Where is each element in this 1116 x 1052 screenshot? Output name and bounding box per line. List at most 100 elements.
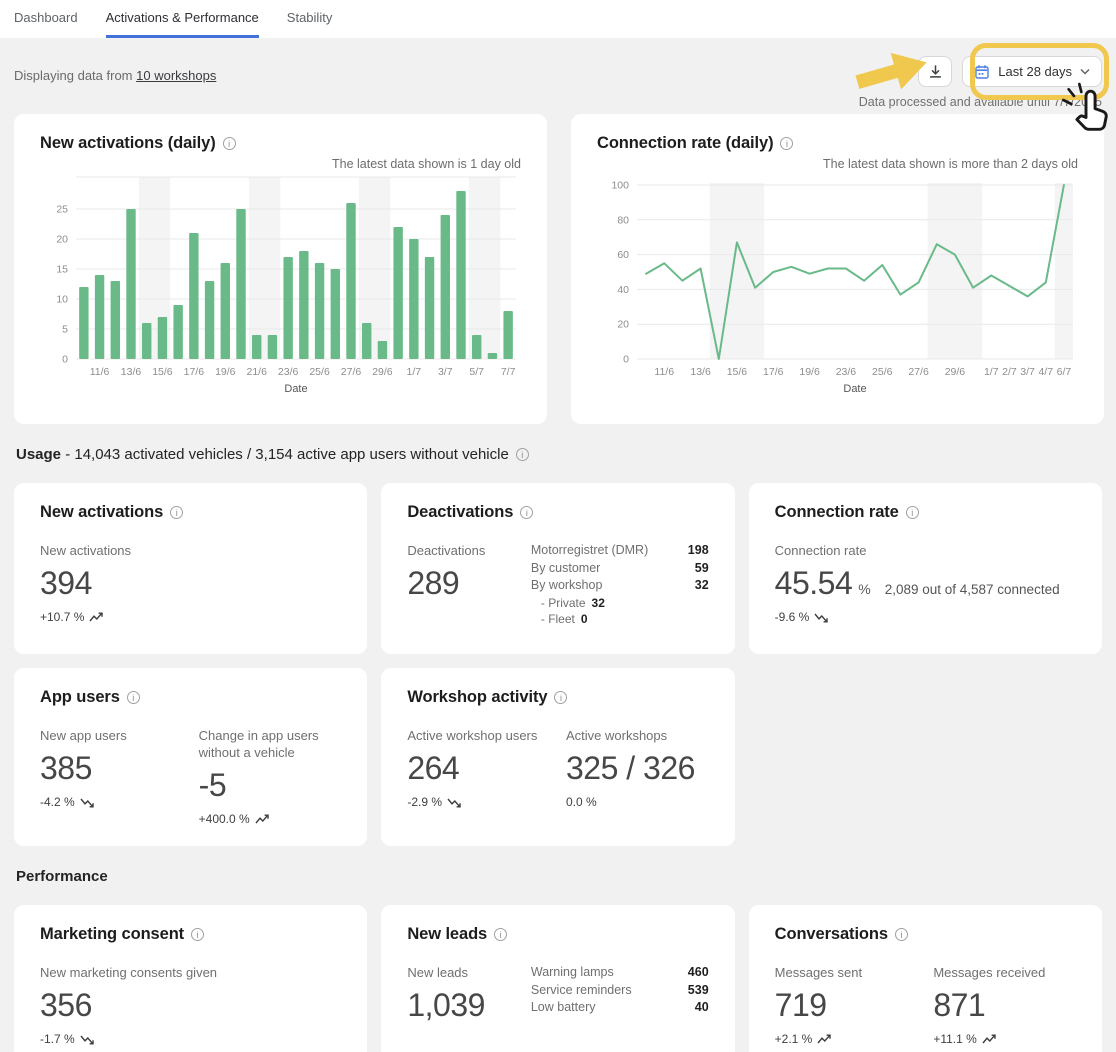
usage-cards-grid: New activations New activations 394 +10.… bbox=[14, 483, 1102, 846]
stat-label: New leads bbox=[407, 964, 531, 981]
stat-value: 325 / 326 bbox=[566, 750, 709, 787]
svg-text:Date: Date bbox=[284, 383, 307, 395]
breakdown-row: Warning lamps460 bbox=[531, 964, 709, 982]
chart-title: Connection rate (daily) bbox=[597, 134, 773, 152]
trend-down-icon bbox=[80, 1034, 95, 1045]
trend-indicator: 0.0 % bbox=[566, 795, 709, 809]
card-title: New activations bbox=[40, 503, 163, 521]
svg-text:19/6: 19/6 bbox=[799, 366, 820, 378]
svg-text:4/7: 4/7 bbox=[1038, 366, 1053, 378]
svg-text:29/6: 29/6 bbox=[372, 366, 393, 378]
svg-text:60: 60 bbox=[617, 249, 629, 261]
svg-text:25: 25 bbox=[56, 204, 68, 216]
svg-text:15/6: 15/6 bbox=[727, 366, 748, 378]
info-icon[interactable] bbox=[170, 506, 183, 519]
trend-down-icon bbox=[447, 797, 462, 808]
trend-text: +11.1 % bbox=[933, 1032, 976, 1046]
new-activations-bar-chart: 051015202511/613/615/617/619/621/623/625… bbox=[40, 173, 521, 405]
new-leads-card: New leads New leads 1,039 Warning lamps4… bbox=[381, 905, 734, 1052]
stat-label: Messages received bbox=[933, 964, 1076, 981]
stat-value: 356 bbox=[40, 987, 341, 1024]
trend-down-icon bbox=[80, 797, 95, 808]
info-icon[interactable] bbox=[520, 506, 533, 519]
date-range-dropdown[interactable]: Last 28 days bbox=[962, 56, 1102, 87]
stat-value: 394 bbox=[40, 565, 341, 602]
stat-block: Change in app users without a vehicle -5… bbox=[199, 707, 342, 826]
stat-value: 871 bbox=[933, 987, 1076, 1024]
trend-text: +400.0 % bbox=[199, 812, 250, 826]
svg-text:10: 10 bbox=[56, 294, 68, 306]
info-icon[interactable] bbox=[906, 506, 919, 519]
breakdown-label: By workshop bbox=[531, 577, 603, 595]
chart-title-row: New activations (daily) bbox=[40, 134, 521, 153]
info-icon[interactable] bbox=[494, 928, 507, 941]
info-icon[interactable] bbox=[516, 448, 529, 461]
toolbar-controls: Last 28 days bbox=[918, 56, 1102, 87]
data-freshness-note: The latest data shown is 1 day old bbox=[40, 157, 521, 173]
stat-label: New app users bbox=[40, 727, 183, 744]
stat-block: Active workshop users 264 -2.9 % bbox=[407, 707, 550, 809]
info-icon[interactable] bbox=[191, 928, 204, 941]
svg-text:5/7: 5/7 bbox=[469, 366, 484, 378]
breakdown-value: 40 bbox=[695, 999, 709, 1017]
stat-label: Change in app users without a vehicle bbox=[199, 727, 342, 761]
new-activations-daily-card: New activations (daily) The latest data … bbox=[14, 114, 547, 424]
svg-text:40: 40 bbox=[617, 284, 629, 296]
svg-text:0: 0 bbox=[623, 354, 629, 366]
top-tab-bar: Dashboard Activations & Performance Stab… bbox=[0, 0, 1116, 38]
trend-indicator: -2.9 % bbox=[407, 795, 550, 809]
trend-indicator: +400.0 % bbox=[199, 812, 342, 826]
svg-text:80: 80 bbox=[617, 214, 629, 226]
stat-label: Active workshops bbox=[566, 727, 709, 744]
download-button[interactable] bbox=[918, 56, 952, 87]
tab-dashboard[interactable]: Dashboard bbox=[14, 10, 78, 38]
breakdown-value: 539 bbox=[688, 982, 709, 1000]
workshops-link[interactable]: 10 workshops bbox=[136, 68, 216, 83]
trend-up-icon bbox=[817, 1034, 832, 1045]
info-icon[interactable] bbox=[554, 691, 567, 704]
trend-up-icon bbox=[89, 612, 104, 623]
svg-text:25/6: 25/6 bbox=[872, 366, 893, 378]
breakdown-value: 59 bbox=[695, 560, 709, 578]
stat-block: Messages received 871 +11.1 % bbox=[933, 944, 1076, 1046]
performance-cards-grid: Marketing consent New marketing consents… bbox=[14, 905, 1102, 1052]
svg-text:15/6: 15/6 bbox=[152, 366, 173, 378]
marketing-consent-card: Marketing consent New marketing consents… bbox=[14, 905, 367, 1052]
breakdown-label: - Fleet bbox=[541, 612, 575, 626]
deactivations-sub-breakdown: - Private32- Fleet0 bbox=[541, 595, 709, 627]
workshop-activity-card: Workshop activity Active workshop users … bbox=[381, 668, 734, 846]
toolbar: Displaying data from 10 workshops bbox=[14, 38, 1102, 114]
svg-text:5: 5 bbox=[62, 324, 68, 336]
info-icon[interactable] bbox=[895, 928, 908, 941]
svg-text:7/7: 7/7 bbox=[501, 366, 516, 378]
new-leads-breakdown: Warning lamps460Service reminders539Low … bbox=[531, 964, 709, 1017]
breakdown-label: Low battery bbox=[531, 999, 596, 1017]
info-icon[interactable] bbox=[127, 691, 140, 704]
svg-text:20: 20 bbox=[56, 234, 68, 246]
conversations-card: Conversations Messages sent 719 +2.1 % M… bbox=[749, 905, 1102, 1052]
svg-text:100: 100 bbox=[611, 180, 629, 192]
stat-block: Active workshops 325 / 326 0.0 % bbox=[566, 707, 709, 809]
calendar-icon bbox=[974, 64, 990, 80]
info-icon[interactable] bbox=[780, 137, 793, 150]
trend-indicator: -9.6 % bbox=[775, 610, 1076, 624]
svg-text:1/7: 1/7 bbox=[407, 366, 422, 378]
download-icon bbox=[927, 63, 944, 80]
breakdown-row: By workshop 32 bbox=[531, 577, 709, 595]
tab-activations-performance[interactable]: Activations & Performance bbox=[106, 10, 259, 38]
svg-text:23/6: 23/6 bbox=[836, 366, 857, 378]
app-users-card: App users New app users 385 -4.2 % Chang… bbox=[14, 668, 367, 846]
stat-block: New app users 385 -4.2 % bbox=[40, 707, 183, 826]
svg-text:13/6: 13/6 bbox=[690, 366, 711, 378]
daily-charts-row: New activations (daily) The latest data … bbox=[14, 114, 1102, 424]
info-icon[interactable] bbox=[223, 137, 236, 150]
svg-text:1/7: 1/7 bbox=[984, 366, 999, 378]
breakdown-value: 32 bbox=[695, 577, 709, 595]
connection-rate-daily-card: Connection rate (daily) The latest data … bbox=[571, 114, 1104, 424]
card-title: Connection rate bbox=[775, 503, 899, 521]
svg-text:23/6: 23/6 bbox=[278, 366, 299, 378]
breakdown-row: Motorregistret (DMR)198 bbox=[531, 542, 709, 560]
connection-rate-card: Connection rate Connection rate 45.54 % … bbox=[749, 483, 1102, 654]
svg-text:3/7: 3/7 bbox=[438, 366, 453, 378]
tab-stability[interactable]: Stability bbox=[287, 10, 333, 38]
